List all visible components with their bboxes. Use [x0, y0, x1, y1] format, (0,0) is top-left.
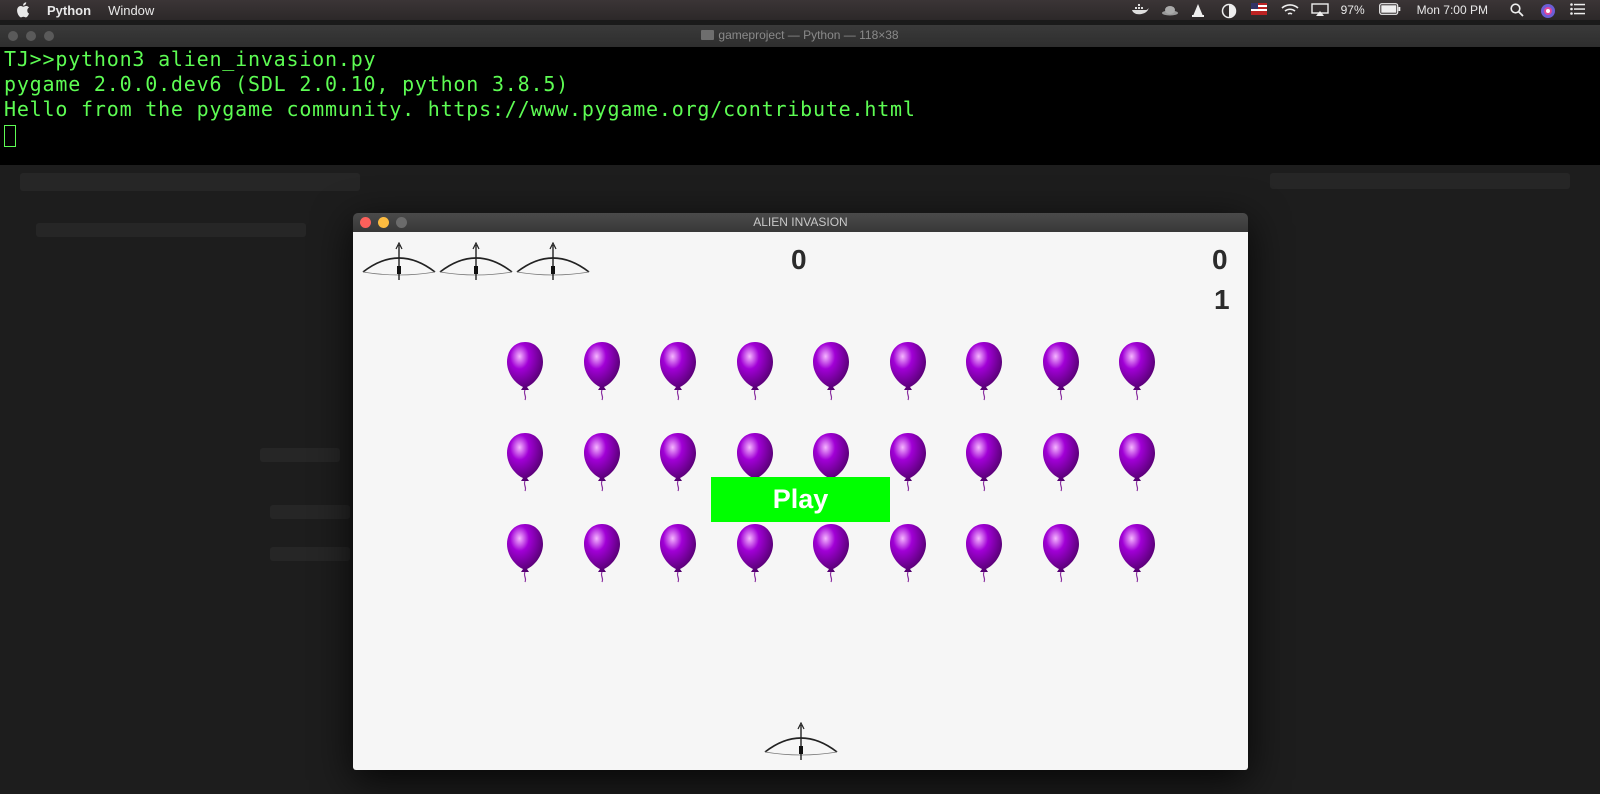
flag-icon[interactable] [1250, 3, 1267, 17]
terminal-line: pygame 2.0.0.dev6 (SDL 2.0.10, python 3.… [4, 72, 570, 96]
play-button[interactable]: Play [711, 477, 890, 522]
alien-balloon [1040, 522, 1082, 584]
spotlight-search-icon[interactable] [1510, 3, 1526, 17]
menu-app-name[interactable]: Python [47, 3, 91, 18]
blurred-background-content [260, 448, 340, 462]
game-window-title: ALIEN INVASION [753, 215, 848, 229]
menu-bar: Python Window 97% Mon 7:00 PM [0, 0, 1600, 20]
alien-balloon [1116, 431, 1158, 493]
alien-balloon [581, 431, 623, 493]
game-titlebar[interactable]: ALIEN INVASION [353, 213, 1248, 233]
alien-balloon [657, 522, 699, 584]
alien-balloon [1116, 340, 1158, 402]
ship-life-icon [361, 241, 437, 287]
alien-balloon [734, 340, 776, 402]
terminal-titlebar[interactable]: gameproject — Python — 118×38 [0, 25, 1600, 48]
cone-icon[interactable] [1191, 3, 1207, 17]
alien-balloon [887, 431, 929, 493]
notification-center-icon[interactable] [1570, 3, 1586, 17]
alien-balloon [504, 431, 546, 493]
alien-balloon [657, 340, 699, 402]
alien-balloon [581, 340, 623, 402]
terminal-line: Hello from the pygame community. https:/… [4, 97, 916, 121]
blurred-background-content [20, 173, 360, 191]
terminal-cursor [4, 124, 16, 147]
game-canvas[interactable]: 0 0 1 Play [353, 232, 1248, 770]
alien-balloon [734, 522, 776, 584]
ship-life-icon [438, 241, 514, 287]
game-window: ALIEN INVASION 0 0 1 Play [353, 213, 1248, 770]
battery-icon[interactable] [1378, 3, 1400, 17]
ship-life-icon [515, 241, 591, 287]
blurred-background-content [36, 223, 306, 237]
alien-balloon [657, 431, 699, 493]
menu-window[interactable]: Window [108, 3, 154, 18]
player-ship [763, 721, 839, 767]
alien-balloon [1040, 340, 1082, 402]
battery-percent[interactable]: 97% [1341, 3, 1365, 17]
blurred-background-content [1270, 173, 1570, 189]
alien-balloon [963, 340, 1005, 402]
score-display: 0 [791, 244, 807, 275]
terminal-output[interactable]: TJ>>python3 alien_invasion.py pygame 2.0… [0, 47, 1600, 165]
airplay-icon[interactable] [1310, 3, 1329, 17]
apple-icon[interactable] [16, 2, 30, 18]
folder-icon [701, 30, 715, 40]
blurred-background-content [270, 505, 350, 519]
alien-balloon [887, 340, 929, 402]
alien-balloon [1040, 431, 1082, 493]
terminal-title: gameproject — Python — 118×38 [718, 28, 899, 42]
hat-icon[interactable] [1161, 3, 1178, 17]
alien-balloon [1116, 522, 1158, 584]
blurred-background-content [270, 547, 350, 561]
alien-balloon [504, 522, 546, 584]
night-shift-icon[interactable] [1221, 3, 1237, 19]
alien-balloon [887, 522, 929, 584]
siri-icon[interactable] [1540, 3, 1556, 18]
terminal-line: TJ>>python3 alien_invasion.py [4, 47, 377, 71]
alien-balloon [963, 522, 1005, 584]
level-display: 1 [1214, 284, 1230, 315]
menu-clock[interactable]: Mon 7:00 PM [1417, 3, 1488, 17]
alien-balloon [810, 522, 852, 584]
alien-balloon [581, 522, 623, 584]
alien-balloon [810, 340, 852, 402]
alien-balloon [963, 431, 1005, 493]
docker-icon[interactable] [1131, 3, 1149, 17]
high-score-display: 0 [1212, 244, 1228, 275]
alien-balloon [504, 340, 546, 402]
wifi-icon[interactable] [1281, 3, 1299, 17]
